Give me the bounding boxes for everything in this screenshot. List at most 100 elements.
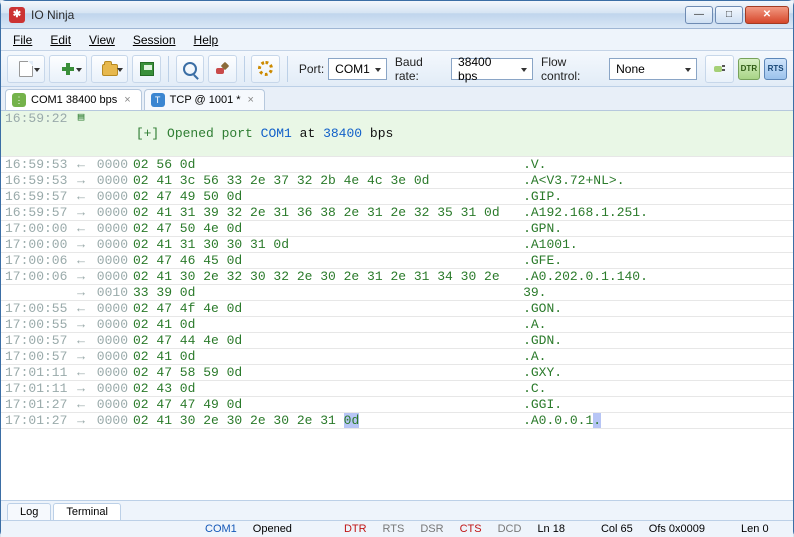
hex-bytes: 02 41 31 30 30 31 0d: [133, 237, 523, 252]
menu-file[interactable]: File: [5, 31, 40, 49]
log-row: 16:59:57← 0000 02 47 49 50 0d .GIP.: [1, 189, 793, 205]
log-area[interactable]: 16:59:22 ▤ [+] Opened port COM1 at 38400…: [1, 111, 793, 501]
log-row: 17:00:06← 0000 02 47 46 45 0d .GFE.: [1, 253, 793, 269]
offset: 0000: [89, 333, 133, 348]
ascii: .A1001.: [523, 237, 578, 252]
timestamp: 17:00:55: [1, 301, 73, 316]
hex-bytes: 02 47 46 45 0d: [133, 253, 523, 268]
menu-edit[interactable]: Edit: [42, 31, 79, 49]
plus-indicator: [+] Opened port: [136, 126, 261, 141]
ascii: .GFE.: [523, 253, 562, 268]
offset: 0000: [89, 397, 133, 412]
hex-bytes: 02 41 30 2e 30 2e 30 2e 31 0d: [133, 413, 523, 428]
titlebar: ✱ IO Ninja — □ ✕: [1, 1, 793, 29]
offset: 0000: [89, 269, 133, 284]
close-button[interactable]: ✕: [745, 6, 789, 24]
status-cts: CTS: [460, 523, 482, 535]
ascii: .V.: [523, 157, 546, 172]
log-row: 16:59:53← 0000 02 56 0d .V.: [1, 157, 793, 173]
log-row: 17:00:00→ 0000 02 41 31 30 30 31 0d .A10…: [1, 237, 793, 253]
tab-label: COM1 38400 bps: [31, 94, 117, 106]
baud-combo[interactable]: 38400 bps: [451, 58, 533, 80]
settings-button[interactable]: [251, 55, 279, 83]
tab-close-icon[interactable]: ×: [246, 94, 256, 106]
offset: 0000: [89, 349, 133, 364]
hex-bytes: 02 47 44 4e 0d: [133, 333, 523, 348]
timestamp: 17:00:55: [1, 317, 73, 332]
timestamp: 17:00:06: [1, 269, 73, 284]
hex-bytes: 02 47 49 50 0d: [133, 189, 523, 204]
offset: 0000: [89, 157, 133, 172]
arrow-right-icon: →: [73, 205, 89, 220]
arrow-left-icon: ←: [73, 301, 89, 316]
window-title: IO Ninja: [31, 8, 685, 22]
ascii: .GGI.: [523, 397, 562, 412]
add-button[interactable]: [49, 55, 87, 83]
ascii: .A0.0.0.1.: [523, 413, 601, 428]
ascii: .C.: [523, 381, 546, 396]
menu-session[interactable]: Session: [125, 31, 184, 49]
ascii: .GDN.: [523, 333, 562, 348]
doc-icon: ▤: [73, 111, 89, 125]
status-state: Opened: [253, 523, 292, 535]
arrow-left-icon: ←: [73, 221, 89, 236]
timestamp: 17:00:00: [1, 221, 73, 236]
hex-bytes: 02 41 3c 56 33 2e 37 32 2b 4e 4c 3e 0d: [133, 173, 523, 188]
log-row: 17:00:55→ 0000 02 41 0d .A.: [1, 317, 793, 333]
status-dcd: DCD: [498, 523, 522, 535]
hex-bytes: 02 41 30 2e 32 30 32 2e 30 2e 31 2e 31 3…: [133, 269, 523, 284]
log-header-text: [+] Opened port COM1 at 38400 bps: [89, 111, 393, 156]
arrow-right-icon: →: [73, 317, 89, 332]
arrow-right-icon: →: [73, 381, 89, 396]
connect-button[interactable]: [705, 55, 733, 83]
menubar: File Edit View Session Help: [1, 29, 793, 51]
timestamp: 17:01:27: [1, 413, 73, 428]
log-row: 16:59:53→ 0000 02 41 3c 56 33 2e 37 32 2…: [1, 173, 793, 189]
arrow-right-icon: →: [73, 349, 89, 364]
offset: 0000: [89, 365, 133, 380]
find-button[interactable]: [176, 55, 204, 83]
toolbar-separator: [287, 56, 288, 82]
statusbar: COM1 Opened DTR RTS DSR CTS DCD Ln 18 Co…: [1, 521, 793, 537]
menu-view[interactable]: View: [81, 31, 123, 49]
session-tab-com1[interactable]: ⋮ COM1 38400 bps ×: [5, 89, 142, 110]
tcp-icon: T: [151, 93, 165, 107]
ascii: .A0.202.0.1.140.: [523, 269, 648, 284]
clear-button[interactable]: [208, 55, 236, 83]
hex-bytes: 02 41 0d: [133, 317, 523, 332]
status-rts: RTS: [383, 523, 405, 535]
dtr-button[interactable]: DTR: [738, 58, 761, 80]
log-row: 17:01:11← 0000 02 47 58 59 0d .GXY.: [1, 365, 793, 381]
hex-bytes: 02 43 0d: [133, 381, 523, 396]
hex-bytes: 02 56 0d: [133, 157, 523, 172]
hex-bytes: 02 47 47 49 0d: [133, 397, 523, 412]
brush-icon: [215, 62, 229, 76]
timestamp: 17:01:27: [1, 397, 73, 412]
session-tab-tcp[interactable]: T TCP @ 1001 * ×: [144, 89, 265, 110]
status-dtr: DTR: [344, 523, 367, 535]
offset: 0000: [89, 253, 133, 268]
maximize-button[interactable]: □: [715, 6, 743, 24]
flow-combo[interactable]: None: [609, 58, 697, 80]
minimize-button[interactable]: —: [685, 6, 713, 24]
bottom-tab-log[interactable]: Log: [7, 503, 51, 520]
timestamp: 17:00:00: [1, 237, 73, 252]
menu-help[interactable]: Help: [186, 31, 227, 49]
tab-close-icon[interactable]: ×: [122, 94, 132, 106]
log-row: 17:00:00← 0000 02 47 50 4e 0d .GPN.: [1, 221, 793, 237]
timestamp: 17:00:57: [1, 349, 73, 364]
plus-icon: [61, 62, 75, 76]
bottom-tab-terminal[interactable]: Terminal: [53, 503, 121, 520]
arrow-left-icon: ←: [73, 189, 89, 204]
status-ofs: Ofs 0x0009: [649, 523, 705, 535]
session-tabs: ⋮ COM1 38400 bps × T TCP @ 1001 * ×: [1, 87, 793, 111]
open-button[interactable]: [91, 55, 129, 83]
port-combo[interactable]: COM1: [328, 58, 387, 80]
arrow-left-icon: ←: [73, 397, 89, 412]
offset: 0000: [89, 413, 133, 428]
new-session-button[interactable]: [7, 55, 45, 83]
save-button[interactable]: [132, 55, 160, 83]
timestamp: 17:00:06: [1, 253, 73, 268]
timestamp: 16:59:22: [1, 111, 73, 156]
rts-button[interactable]: RTS: [764, 58, 787, 80]
